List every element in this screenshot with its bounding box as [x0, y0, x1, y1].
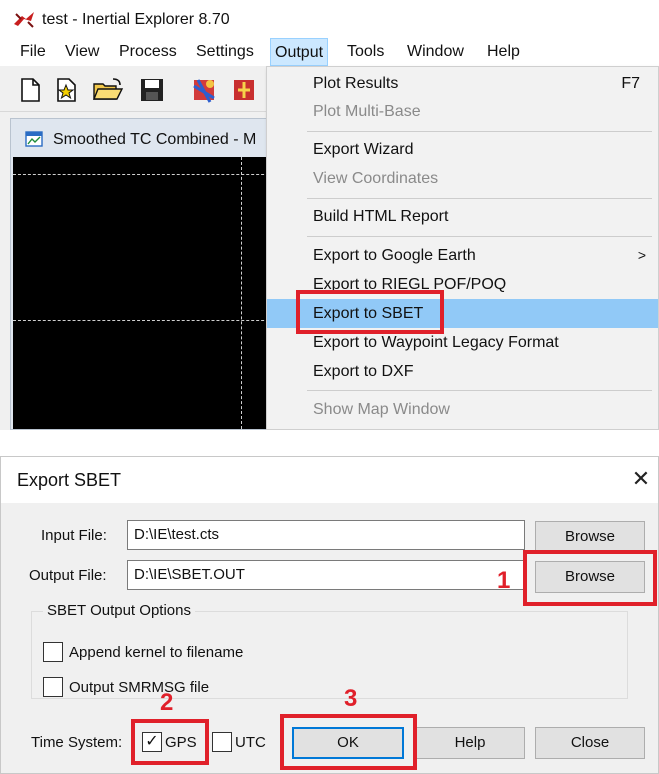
annotation-box-gps [131, 719, 209, 765]
menu-separator [307, 390, 652, 391]
menu-output[interactable]: Output [270, 38, 329, 66]
submenu-arrow-icon: > [637, 247, 646, 263]
output-file-field[interactable]: D:\IE\SBET.OUT [127, 560, 525, 590]
grid-line [13, 320, 279, 321]
annotation-box-export-sbet [296, 290, 444, 334]
menu-process[interactable]: Process [115, 41, 181, 63]
shortcut-label: F7 [621, 75, 640, 92]
grid-line [241, 157, 242, 429]
annotation-box-browse-output [523, 550, 657, 606]
output-menu-dropdown: Plot Results F7 Plot Multi-Base Export W… [266, 66, 659, 430]
menu-file[interactable]: File [16, 41, 50, 63]
menu-window[interactable]: Window [403, 41, 468, 63]
output-file-label: Output File: [29, 567, 107, 584]
input-file-label: Input File: [41, 527, 107, 544]
child-window-title-bar[interactable]: Smoothed TC Combined - M [11, 119, 281, 157]
sbet-output-options-label: SBET Output Options [43, 602, 195, 619]
plot-area [13, 157, 279, 429]
browse-input-button[interactable]: Browse [535, 521, 645, 553]
menu-item-plot-multi-base: Plot Multi-Base [313, 103, 421, 120]
process-combined-icon[interactable] [230, 76, 258, 104]
utc-checkbox[interactable] [212, 732, 232, 752]
time-system-label: Time System: [31, 734, 123, 751]
grid-line [13, 174, 279, 175]
app-logo-icon [14, 12, 34, 28]
menu-tools[interactable]: Tools [343, 41, 388, 63]
menu-settings[interactable]: Settings [192, 41, 258, 63]
annotation-step-1: 1 [497, 567, 511, 594]
append-kernel-label: Append kernel to filename [69, 644, 244, 661]
menu-item-export-google-earth[interactable]: Export to Google Earth > [267, 241, 658, 270]
plot-window-icon [25, 131, 43, 147]
open-folder-icon[interactable] [92, 76, 124, 104]
annotation-box-ok [280, 714, 417, 770]
save-icon[interactable] [138, 76, 166, 104]
title-bar: test - Inertial Explorer 8.70 [0, 0, 659, 36]
menu-help[interactable]: Help [483, 41, 524, 63]
child-window-title: Smoothed TC Combined - M [53, 131, 257, 148]
close-icon[interactable]: ✕ [629, 466, 653, 492]
menu-view[interactable]: View [61, 41, 103, 63]
image-gap [0, 430, 659, 456]
utc-label: UTC [235, 734, 266, 751]
menu-item-build-html-report[interactable]: Build HTML Report [267, 202, 658, 231]
menu-separator [307, 131, 652, 132]
append-kernel-checkbox[interactable] [43, 642, 63, 662]
output-smrmsg-checkbox[interactable] [43, 677, 63, 697]
close-button[interactable]: Close [535, 727, 645, 759]
menu-bar: File View Process Settings Output Tools … [0, 36, 659, 66]
annotation-step-2: 2 [160, 689, 174, 716]
new-star-file-icon[interactable] [52, 76, 80, 104]
menu-item-export-dxf[interactable]: Export to DXF [267, 357, 658, 386]
menu-separator [307, 198, 652, 199]
export-sbet-dialog: Export SBET ✕ Input File: D:\IE\test.cts… [0, 456, 659, 774]
process-icon[interactable] [190, 76, 218, 104]
child-window: Smoothed TC Combined - M [10, 118, 281, 430]
menu-item-show-map-window: Show Map Window [313, 401, 450, 418]
annotation-step-3: 3 [344, 685, 358, 712]
menu-item-export-wizard[interactable]: Export Wizard [267, 135, 658, 164]
dialog-title: Export SBET [17, 470, 122, 490]
input-file-field[interactable]: D:\IE\test.cts [127, 520, 525, 550]
help-button[interactable]: Help [415, 727, 525, 759]
window-title: test - Inertial Explorer 8.70 [42, 11, 230, 28]
new-file-icon[interactable] [16, 76, 44, 104]
output-smrmsg-label: Output SMRMSG file [69, 679, 210, 696]
menu-item-view-coordinates: View Coordinates [313, 170, 439, 187]
dialog-title-bar: Export SBET ✕ [1, 457, 658, 503]
app-window: test - Inertial Explorer 8.70 File View … [0, 0, 659, 430]
menu-separator [307, 236, 652, 237]
menu-item-plot-results[interactable]: Plot Results F7 [267, 69, 658, 98]
